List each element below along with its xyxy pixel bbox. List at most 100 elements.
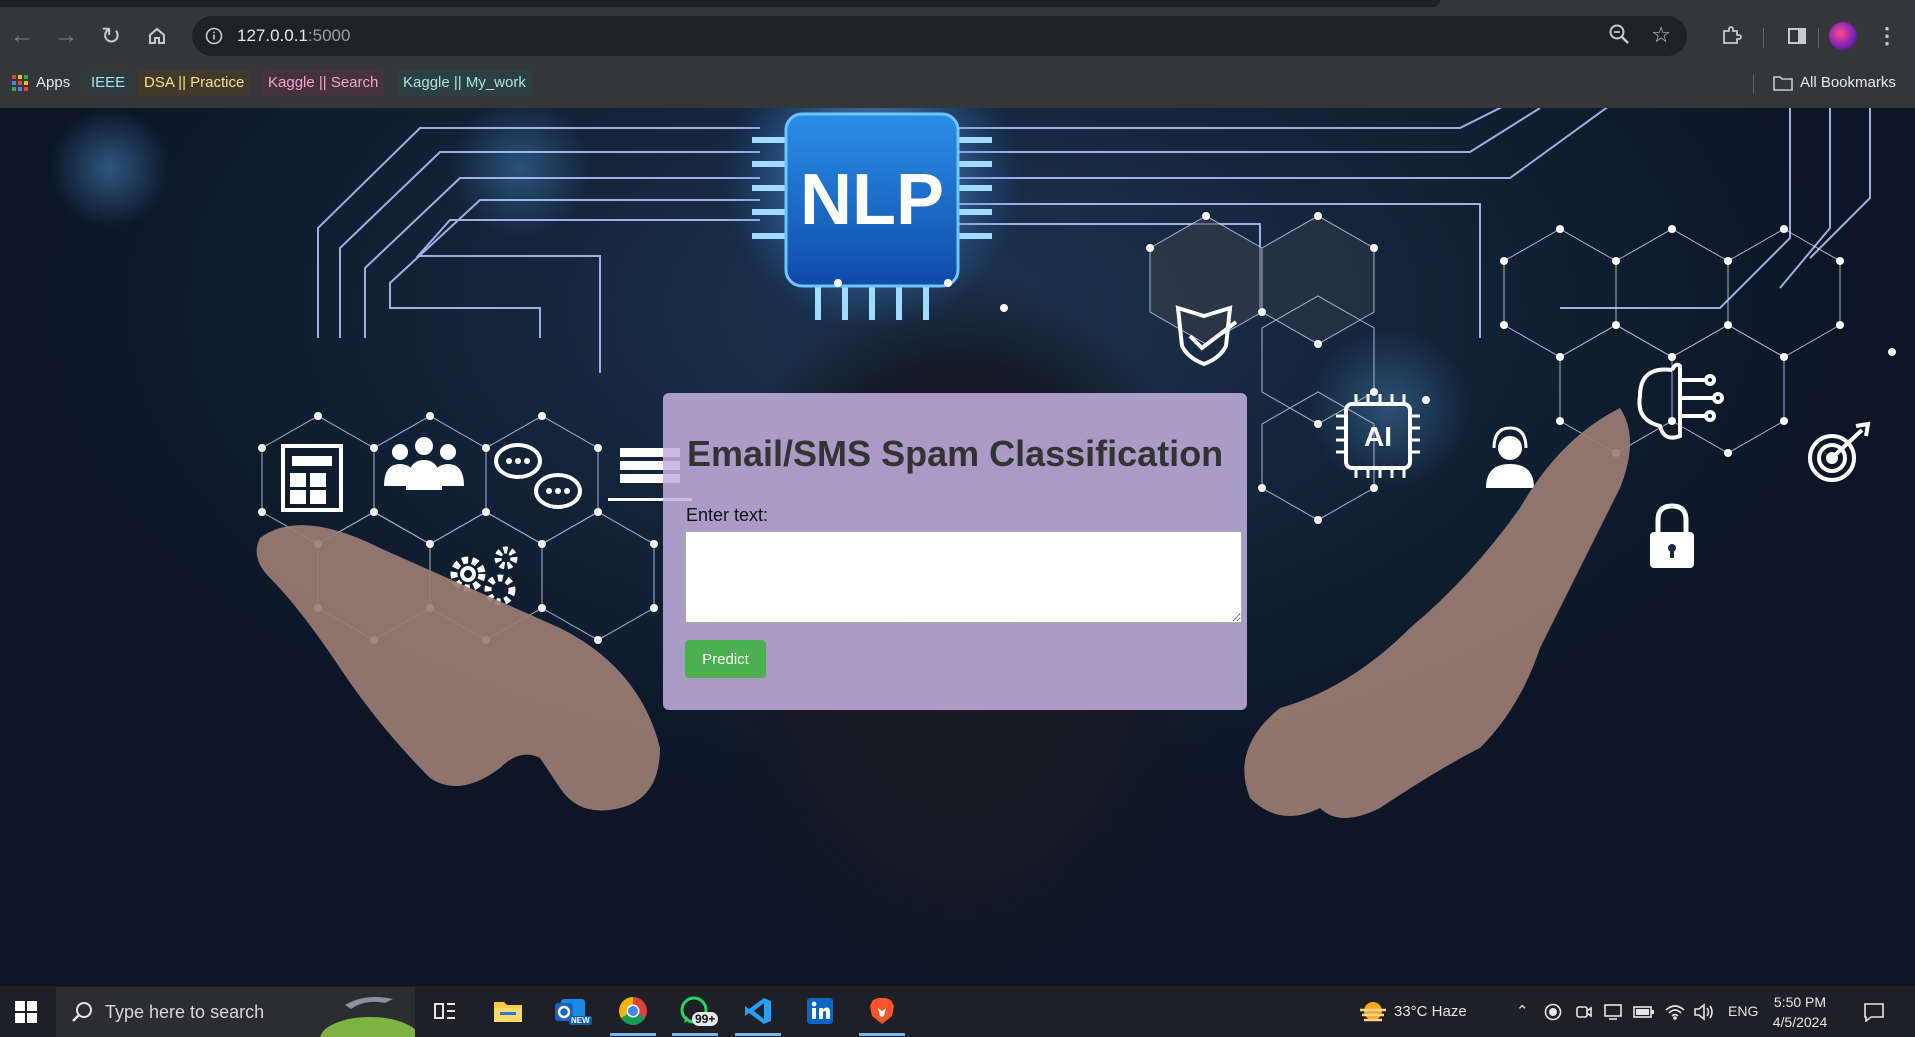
browser-toolbar: ← → ↻ 127.0.0.1:5000 ☆ ⋮ [0, 14, 1915, 58]
circuit-lines [317, 108, 1871, 373]
chrome-taskbar-button[interactable] [610, 992, 656, 1036]
brave-lion-icon [870, 998, 894, 1024]
file-explorer-button[interactable] [489, 992, 527, 1030]
message-textarea[interactable] [685, 531, 1242, 623]
toolbar-separator [1763, 28, 1764, 48]
ai-chip-icon: AI [1336, 394, 1420, 478]
search-placeholder: Type here to search [105, 1002, 265, 1022]
side-panel-icon [1788, 28, 1806, 44]
chat-bubbles-icon [494, 443, 582, 509]
predict-button[interactable]: Predict [685, 640, 766, 678]
bookmarks-bar: Apps IEEE DSA || Practice Kaggle || Sear… [0, 68, 1915, 98]
bookmark-label: IEEE [91, 74, 126, 91]
info-icon [205, 27, 223, 45]
battery-icon [1633, 1006, 1654, 1018]
forward-button[interactable]: → [48, 18, 84, 54]
tab-strip-edge [0, 0, 1440, 7]
bookmark-star-button[interactable]: ☆ [1651, 22, 1671, 48]
team-icon [384, 437, 464, 490]
ai-chip-label: AI [1364, 421, 1392, 452]
linkedin-taskbar-button[interactable] [801, 992, 839, 1030]
task-view-button[interactable] [426, 992, 464, 1030]
support-agent-icon [1486, 426, 1534, 488]
bookmark-label: Kaggle || My_work [403, 74, 526, 91]
haze-sun-icon [1360, 1002, 1386, 1022]
language-indicator[interactable]: ENG [1728, 986, 1758, 1037]
taskbar-search-box[interactable]: Type here to search [56, 987, 415, 1037]
whatsapp-taskbar-button[interactable]: 99+ [672, 992, 719, 1036]
url-text[interactable]: 127.0.0.1:5000 [237, 26, 350, 46]
classification-form-card: Email/SMS Spam Classification Enter text… [663, 393, 1247, 710]
tray-network-adapter-button[interactable] [1603, 986, 1623, 1037]
toolbar-separator [1818, 28, 1819, 48]
nlp-chip-label: NLP [800, 160, 944, 240]
nlp-chip: NLP [722, 108, 1022, 330]
padlock-icon [1650, 503, 1694, 568]
arrow-left-icon: ← [10, 22, 34, 49]
clock-time: 5:50 PM [1773, 994, 1827, 1010]
zoom-button[interactable] [1607, 22, 1631, 51]
all-bookmarks-label: All Bookmarks [1800, 74, 1896, 91]
profile-avatar[interactable] [1829, 22, 1857, 50]
tray-meet-button[interactable] [1575, 986, 1593, 1037]
extensions-button[interactable] [1713, 18, 1749, 54]
task-view-icon [434, 1003, 455, 1019]
tray-volume-button[interactable] [1693, 986, 1715, 1037]
bookmark-apps[interactable]: Apps [6, 70, 76, 96]
browser-menu-button[interactable]: ⋮ [1869, 18, 1905, 54]
page-title: Email/SMS Spam Classification [687, 433, 1224, 474]
tray-wifi-button[interactable] [1665, 986, 1685, 1037]
tray-record-icon-button[interactable] [1544, 986, 1562, 1037]
windows-taskbar: Type here to search NEW 99+ 33°C Haze ⌃ [0, 986, 1915, 1037]
bookmark-ieee[interactable]: IEEE [85, 70, 132, 96]
folder-icon [1773, 76, 1793, 91]
video-camera-icon [1576, 1006, 1592, 1018]
star-icon: ☆ [1651, 22, 1671, 47]
home-button[interactable] [139, 18, 175, 54]
speaker-icon [1694, 1003, 1713, 1021]
bookmark-label: Apps [36, 74, 71, 91]
notification-center-button[interactable] [1863, 986, 1885, 1037]
kebab-menu-icon: ⋮ [1876, 23, 1898, 48]
linkedin-icon [807, 998, 833, 1024]
home-icon [149, 27, 165, 44]
reload-icon: ↻ [100, 22, 122, 50]
tray-battery-button[interactable] [1633, 986, 1655, 1037]
back-button[interactable]: ← [4, 18, 40, 54]
bookmark-label: Kaggle || Search [268, 74, 379, 91]
whatsapp-unread-badge: 99+ [692, 1012, 719, 1026]
language-text: ENG [1728, 1003, 1759, 1019]
start-button[interactable] [0, 986, 52, 1037]
zoom-icon [1609, 24, 1629, 44]
bookmark-dsa-practice[interactable]: DSA || Practice [138, 70, 251, 96]
bookmark-kaggle-search[interactable]: Kaggle || Search [262, 70, 385, 96]
reload-button[interactable]: ↻ [93, 18, 129, 54]
weather-widget[interactable]: 33°C Haze [1358, 986, 1467, 1037]
notification-icon [1864, 1003, 1884, 1023]
url-port: :5000 [307, 26, 351, 45]
puzzle-icon [1723, 26, 1742, 44]
bookmark-kaggle-my-work[interactable]: Kaggle || My_work [397, 70, 532, 96]
page-viewport: NLP AI Email/SMS Spam Classification Ent… [0, 108, 1915, 986]
text-input-label: Enter text: [686, 505, 769, 525]
tray-overflow-chevron[interactable]: ⌃ [1516, 986, 1529, 1037]
record-circle-icon [1544, 1003, 1562, 1021]
arrow-right-icon: → [54, 22, 78, 49]
bookmarks-separator [1753, 74, 1754, 94]
chrome-icon [619, 997, 647, 1025]
windows-logo-icon [15, 1000, 37, 1023]
bookmark-label: DSA || Practice [144, 74, 245, 91]
site-info-button[interactable] [202, 24, 226, 48]
brain-circuit-icon [1637, 362, 1724, 440]
outlook-new-button[interactable]: NEW [551, 992, 592, 1030]
system-clock[interactable]: 5:50 PM 4/5/2024 [1760, 992, 1840, 1032]
brave-taskbar-button[interactable] [859, 992, 905, 1036]
side-panel-button[interactable] [1779, 18, 1815, 54]
all-bookmarks-button[interactable]: All Bookmarks [1766, 70, 1902, 96]
browser-chrome: ← → ↻ 127.0.0.1:5000 ☆ ⋮ Apps IEEE DSA |… [0, 0, 1915, 108]
vscode-icon [745, 998, 771, 1024]
vscode-taskbar-button[interactable] [735, 992, 781, 1036]
target-icon [1808, 421, 1871, 482]
wifi-icon [1665, 1005, 1685, 1020]
address-bar[interactable]: 127.0.0.1:5000 ☆ [192, 16, 1687, 56]
